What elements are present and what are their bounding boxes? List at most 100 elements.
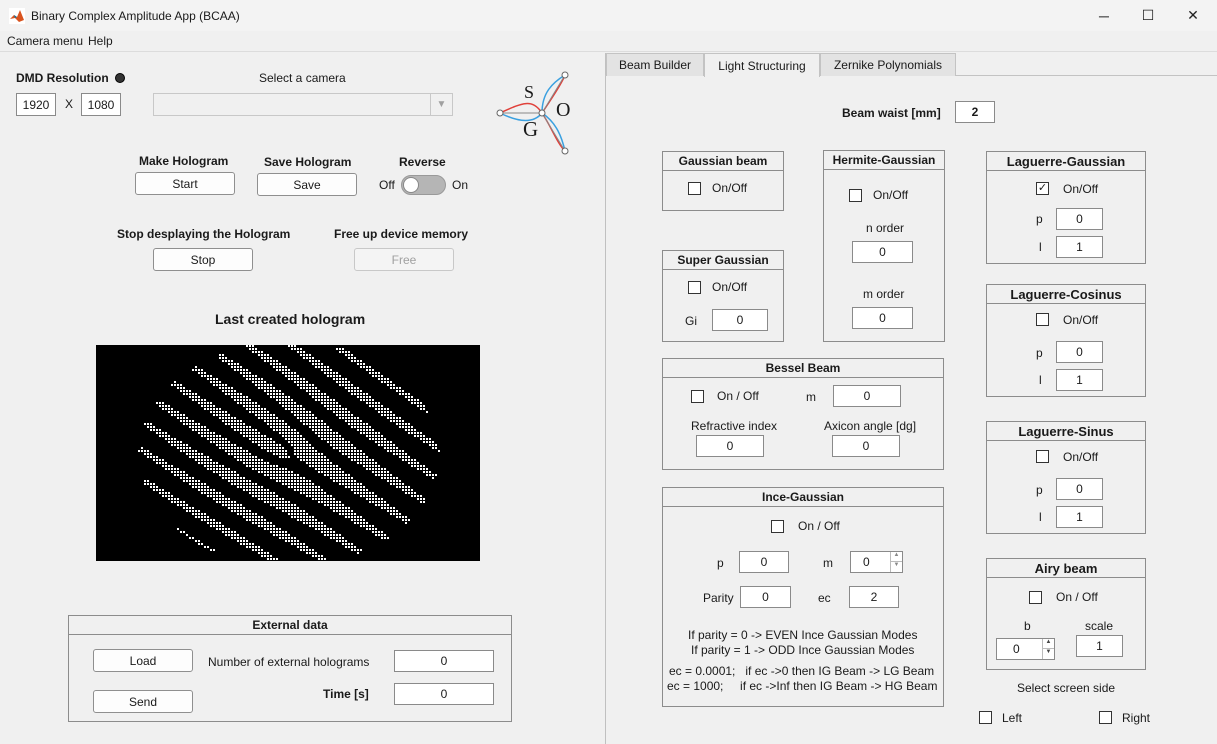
last-hologram-label: Last created hologram xyxy=(215,311,366,327)
chevron-down-icon: ▼ xyxy=(430,94,452,115)
laguerre-cosinus-title: Laguerre-Cosinus xyxy=(987,285,1145,304)
airy-scale-label: scale xyxy=(1085,619,1114,633)
free-button[interactable]: Free xyxy=(354,248,454,271)
spinner-down-icon[interactable]: ▼ xyxy=(890,562,902,572)
maximize-button[interactable]: ☐ xyxy=(1125,0,1171,31)
beam-waist-label: Beam waist [mm] xyxy=(842,106,941,120)
hermite-checkbox[interactable] xyxy=(849,189,862,202)
tab-beam-builder[interactable]: Beam Builder xyxy=(606,53,704,76)
matlab-icon xyxy=(9,8,25,24)
dmd-width-input[interactable]: 1920 xyxy=(16,93,56,116)
airy-b-label: b xyxy=(1024,619,1031,633)
dmd-x-label: X xyxy=(65,97,74,111)
external-count-input[interactable]: 0 xyxy=(394,650,494,672)
ls-l-label: l xyxy=(1039,510,1042,524)
n-order-label: n order xyxy=(866,221,905,235)
ince-note-even: If parity = 0 -> EVEN Ince Gaussian Mode… xyxy=(688,628,918,642)
left-screen-checkbox[interactable] xyxy=(979,711,992,724)
gaussian-checkbox[interactable] xyxy=(688,182,701,195)
n-order-input[interactable]: 0 xyxy=(852,241,913,263)
parity-input[interactable]: 0 xyxy=(740,586,791,608)
reverse-label: Reverse xyxy=(399,155,446,169)
bessel-checkbox[interactable] xyxy=(691,390,704,403)
lc-l-label: l xyxy=(1039,373,1042,387)
ince-note-odd: If parity = 1 -> ODD Ince Gaussian Modes xyxy=(691,643,915,657)
airy-b-value: 0 xyxy=(1013,642,1020,656)
stop-display-label: Stop desplaying the Hologram xyxy=(117,227,291,241)
lc-p-input[interactable]: 0 xyxy=(1056,341,1103,363)
lg-p-input[interactable]: 0 xyxy=(1056,208,1103,230)
hermite-toggle-label: On/Off xyxy=(873,188,909,202)
reverse-on-label: On xyxy=(452,178,469,192)
status-lamp-icon xyxy=(115,73,125,83)
airy-scale-input[interactable]: 1 xyxy=(1076,635,1123,657)
axicon-angle-input[interactable]: 0 xyxy=(832,435,900,457)
dmd-height-input[interactable]: 1080 xyxy=(81,93,121,116)
bessel-m-input[interactable]: 0 xyxy=(833,385,901,407)
load-button[interactable]: Load xyxy=(93,649,193,672)
time-input[interactable]: 0 xyxy=(394,683,494,705)
ls-l-input[interactable]: 1 xyxy=(1056,506,1103,528)
spinner-up-icon[interactable]: ▲ xyxy=(1042,639,1054,649)
gi-input[interactable]: 0 xyxy=(712,309,768,331)
laguerre-gaussian-checkbox[interactable]: ✓ xyxy=(1036,182,1049,195)
menu-camera[interactable]: Camera menu xyxy=(7,34,83,48)
m-order-label: m order xyxy=(863,287,905,301)
ince-checkbox[interactable] xyxy=(771,520,784,533)
m-order-input[interactable]: 0 xyxy=(852,307,913,329)
axicon-angle-label: Axicon angle [dg] xyxy=(824,419,917,433)
super-gaussian-toggle-label: On/Off xyxy=(712,280,748,294)
gaussian-title: Gaussian beam xyxy=(663,152,783,171)
stop-button[interactable]: Stop xyxy=(153,248,253,271)
close-button[interactable]: ✕ xyxy=(1170,0,1216,31)
bessel-m-label: m xyxy=(806,390,816,404)
camera-select[interactable]: ▼ xyxy=(153,93,453,116)
start-button[interactable]: Start xyxy=(135,172,235,195)
beam-waist-input[interactable]: 2 xyxy=(955,101,995,123)
ince-m-label: m xyxy=(823,556,833,570)
free-memory-label: Free up device memory xyxy=(334,227,469,241)
ec-label: ec xyxy=(818,591,831,605)
ince-m-value: 0 xyxy=(863,555,870,569)
dmd-resolution-label: DMD Resolution xyxy=(16,71,109,85)
airy-b-spinner[interactable]: 0 ▲ ▼ xyxy=(996,638,1055,660)
left-screen-label: Left xyxy=(1002,711,1023,725)
save-hologram-label: Save Hologram xyxy=(264,155,352,169)
airy-checkbox[interactable] xyxy=(1029,591,1042,604)
gaussian-toggle-label: On/Off xyxy=(712,181,748,195)
hologram-preview xyxy=(96,345,480,561)
ince-p-label: p xyxy=(717,556,724,570)
super-gaussian-checkbox[interactable] xyxy=(688,281,701,294)
external-count-label: Number of external holograms xyxy=(208,655,370,669)
bessel-toggle-label: On / Off xyxy=(717,389,759,403)
lg-l-label: l xyxy=(1039,240,1042,254)
super-gaussian-title: Super Gaussian xyxy=(663,251,783,270)
ec-input[interactable]: 2 xyxy=(849,586,899,608)
time-label: Time [s] xyxy=(323,687,369,701)
ls-p-input[interactable]: 0 xyxy=(1056,478,1103,500)
tab-zernike-polynomials[interactable]: Zernike Polynomials xyxy=(820,53,956,76)
spinner-down-icon[interactable]: ▼ xyxy=(1042,649,1054,659)
minimize-button[interactable]: ─ xyxy=(1081,0,1127,31)
ince-note-hg: ec = 1000; if ec ->Inf then IG Beam -> H… xyxy=(667,679,938,693)
ls-p-label: p xyxy=(1036,483,1043,497)
send-button[interactable]: Send xyxy=(93,690,193,713)
tab-light-structuring[interactable]: Light Structuring xyxy=(704,53,820,77)
spinner-up-icon[interactable]: ▲ xyxy=(890,552,902,562)
parity-label: Parity xyxy=(703,591,734,605)
title-bar: Binary Complex Amplitude App (BCAA) ─ ☐ … xyxy=(0,0,1217,31)
lc-p-label: p xyxy=(1036,346,1043,360)
laguerre-sinus-checkbox[interactable] xyxy=(1036,450,1049,463)
bessel-title: Bessel Beam xyxy=(663,359,943,378)
lg-l-input[interactable]: 1 xyxy=(1056,236,1103,258)
ince-p-input[interactable]: 0 xyxy=(739,551,789,573)
ince-m-spinner[interactable]: 0 ▲ ▼ xyxy=(850,551,903,573)
make-hologram-label: Make Hologram xyxy=(139,154,229,168)
save-button[interactable]: Save xyxy=(257,173,357,196)
refractive-index-input[interactable]: 0 xyxy=(696,435,764,457)
lc-l-input[interactable]: 1 xyxy=(1056,369,1103,391)
right-screen-checkbox[interactable] xyxy=(1099,711,1112,724)
laguerre-cosinus-checkbox[interactable] xyxy=(1036,313,1049,326)
reverse-toggle[interactable] xyxy=(401,175,446,195)
menu-help[interactable]: Help xyxy=(88,34,113,48)
